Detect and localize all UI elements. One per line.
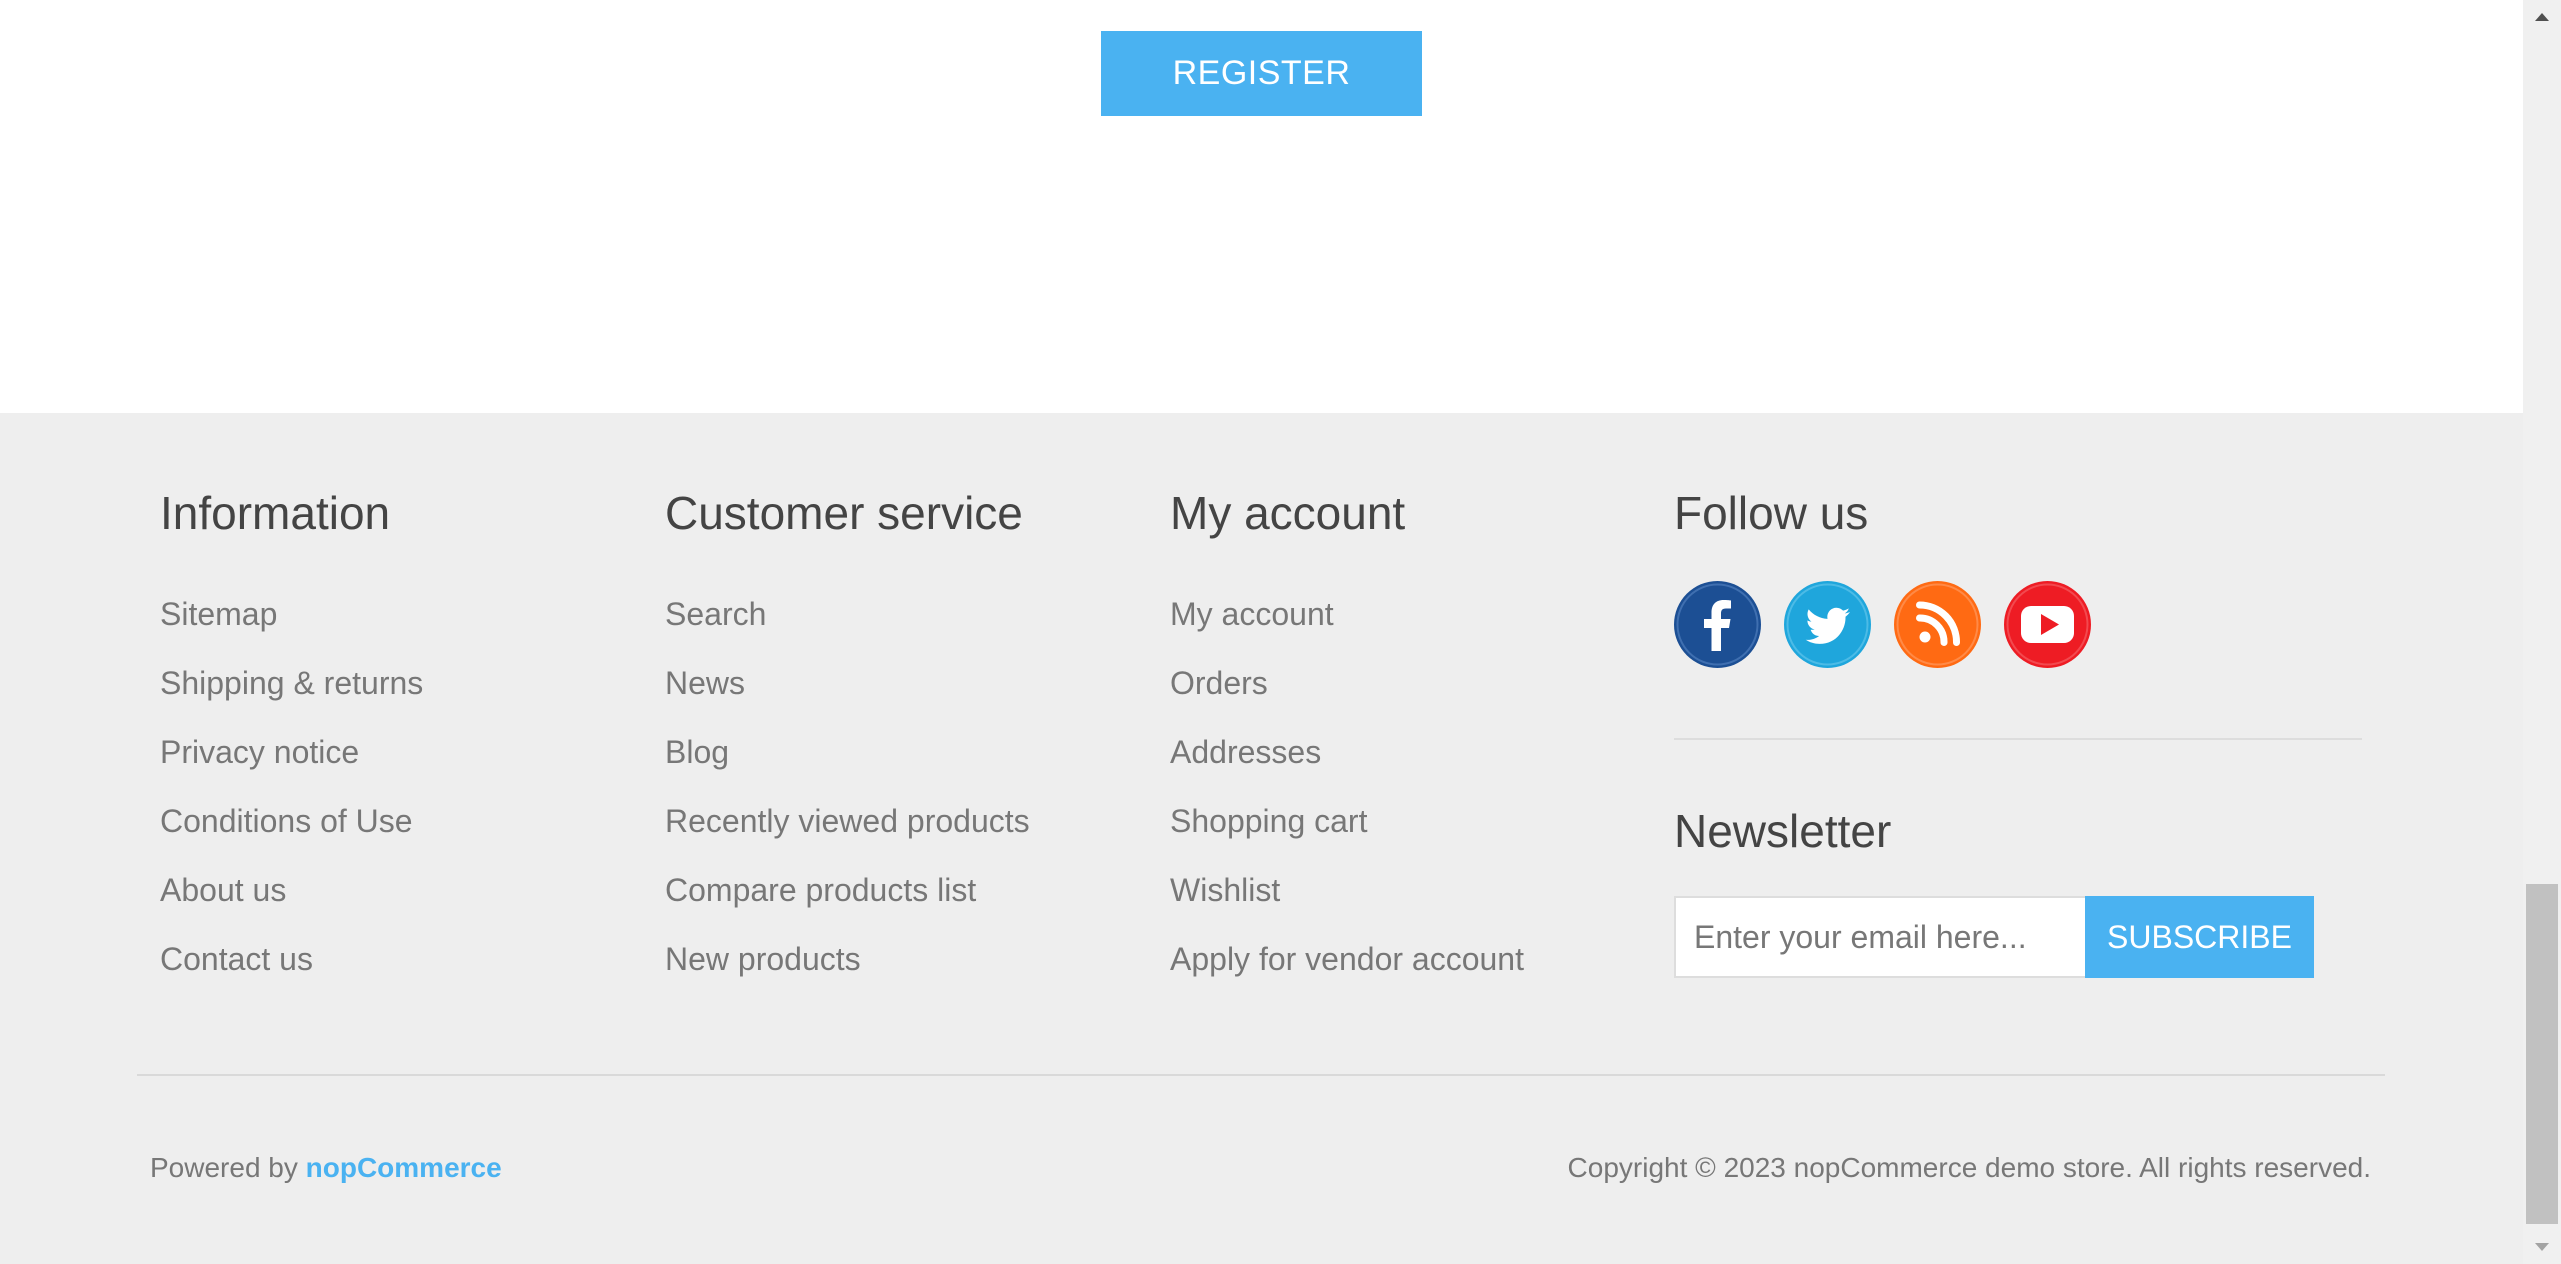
newsletter-form: SUBSCRIBE <box>1674 896 2314 978</box>
list-item: Wishlist <box>1170 870 1590 939</box>
list-item: Shopping cart <box>1170 801 1590 870</box>
footer-link-conditions-of-use[interactable]: Conditions of Use <box>160 803 413 839</box>
facebook-icon-graphic <box>1674 581 1761 668</box>
footer-link-sitemap[interactable]: Sitemap <box>160 596 277 632</box>
footer-list-information: Sitemap Shipping & returns Privacy notic… <box>160 594 580 1008</box>
footer-link-contact-us[interactable]: Contact us <box>160 941 313 977</box>
list-item: Blog <box>665 732 1085 801</box>
footer-heading-my-account: My account <box>1170 487 1406 539</box>
footer-link-wishlist[interactable]: Wishlist <box>1170 872 1280 908</box>
list-item: About us <box>160 870 580 939</box>
footer-heading-information: Information <box>160 487 391 539</box>
register-section: REGISTER <box>0 0 2523 413</box>
scroll-up-arrow-icon[interactable] <box>2523 0 2561 34</box>
footer-heading-follow-us: Follow us <box>1674 487 1869 539</box>
list-item: Compare products list <box>665 870 1085 939</box>
footer-column-information: Information Sitemap Shipping & returns P… <box>160 487 423 977</box>
scroll-down-arrow-icon[interactable] <box>2523 1230 2561 1264</box>
footer-link-blog[interactable]: Blog <box>665 734 729 770</box>
footer-link-privacy-notice[interactable]: Privacy notice <box>160 734 359 770</box>
footer-column-follow-us: Follow us <box>1674 490 2362 536</box>
list-item: New products <box>665 939 1085 1008</box>
footer-link-addresses[interactable]: Addresses <box>1170 734 1321 770</box>
footer-heading-customer-service: Customer service <box>665 487 1023 539</box>
list-item: Apply for vendor account <box>1170 939 1590 1008</box>
list-item: Orders <box>1170 663 1590 732</box>
follow-divider <box>1674 738 2362 740</box>
footer-link-apply-vendor[interactable]: Apply for vendor account <box>1170 941 1524 977</box>
list-item: My account <box>1170 594 1590 663</box>
footer-link-news[interactable]: News <box>665 665 745 701</box>
list-item: Conditions of Use <box>160 801 580 870</box>
list-item: Addresses <box>1170 732 1590 801</box>
footer-column-my-account: My account My account Orders Addresses S… <box>1170 487 1524 977</box>
footer-link-recently-viewed[interactable]: Recently viewed products <box>665 803 1030 839</box>
list-item: News <box>665 663 1085 732</box>
newsletter-email-input[interactable] <box>1674 896 2085 978</box>
footer-column-customer-service: Customer service Search News Blog Recent… <box>665 487 1030 977</box>
footer-bottom-divider <box>137 1074 2385 1076</box>
list-item: Sitemap <box>160 594 580 663</box>
rss-icon[interactable] <box>1894 581 1981 668</box>
youtube-icon[interactable] <box>2004 581 2091 668</box>
footer-link-shopping-cart[interactable]: Shopping cart <box>1170 803 1367 839</box>
youtube-icon-graphic <box>2004 581 2091 668</box>
footer-link-orders[interactable]: Orders <box>1170 665 1268 701</box>
list-item: Shipping & returns <box>160 663 580 732</box>
twitter-icon[interactable] <box>1784 581 1871 668</box>
footer-link-shipping-returns[interactable]: Shipping & returns <box>160 665 423 701</box>
footer-link-my-account[interactable]: My account <box>1170 596 1334 632</box>
rss-icon-graphic <box>1894 581 1981 668</box>
footer-link-about-us[interactable]: About us <box>160 872 286 908</box>
list-item: Contact us <box>160 939 580 1008</box>
social-links <box>1674 581 2091 668</box>
footer-link-new-products[interactable]: New products <box>665 941 861 977</box>
facebook-icon[interactable] <box>1674 581 1761 668</box>
powered-by-prefix: Powered by <box>150 1152 306 1183</box>
nopcommerce-link[interactable]: nopCommerce <box>306 1152 502 1183</box>
copyright-text: Copyright © 2023 nopCommerce demo store.… <box>1567 1152 2371 1183</box>
footer-list-my-account: My account Orders Addresses Shopping car… <box>1170 594 1590 1008</box>
twitter-icon-graphic <box>1784 581 1871 668</box>
list-item: Search <box>665 594 1085 663</box>
list-item: Privacy notice <box>160 732 580 801</box>
newsletter-heading: Newsletter <box>1674 805 1892 857</box>
list-item: Recently viewed products <box>665 801 1085 870</box>
footer-link-compare-products[interactable]: Compare products list <box>665 872 976 908</box>
powered-by: Powered by nopCommerce <box>150 1152 502 1184</box>
footer-list-customer-service: Search News Blog Recently viewed product… <box>665 594 1085 1008</box>
register-button[interactable]: REGISTER <box>1101 31 1422 116</box>
scrollbar-thumb[interactable] <box>2526 884 2558 1224</box>
vertical-scrollbar[interactable] <box>2523 0 2561 1264</box>
subscribe-button[interactable]: SUBSCRIBE <box>2085 896 2314 978</box>
footer-link-search[interactable]: Search <box>665 596 766 632</box>
